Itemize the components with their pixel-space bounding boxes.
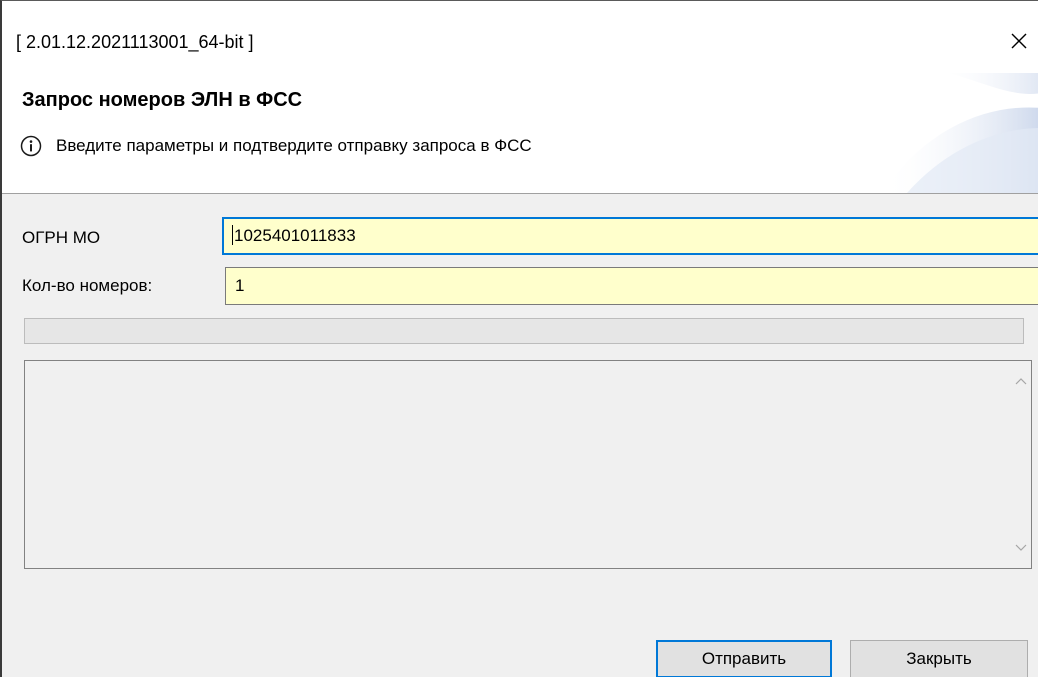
log-textarea[interactable]: [24, 360, 1032, 569]
info-message: Введите параметры и подтвердите отправку…: [20, 135, 532, 157]
chevron-down-icon: [1015, 544, 1027, 551]
ogrn-value: 1025401011833: [234, 226, 356, 245]
scroll-down-button[interactable]: [1013, 540, 1029, 556]
close-icon: [1011, 33, 1027, 49]
close-window-button[interactable]: [998, 21, 1038, 61]
ogrn-label: ОГРН МО: [22, 228, 101, 247]
header-banner: Запрос номеров ЭЛН в ФСС Введите парамет…: [2, 73, 1038, 193]
dialog-window: [ 2.01.12.2021113001_64-bit ] Запрос ном…: [0, 0, 1038, 677]
ogrn-input[interactable]: 1025401011833: [222, 217, 1038, 255]
window-title: [ 2.01.12.2021113001_64-bit ]: [16, 32, 254, 52]
dialog-heading: Запрос номеров ЭЛН в ФСС: [22, 89, 303, 111]
scroll-up-button[interactable]: [1013, 373, 1029, 389]
vertical-scrollbar[interactable]: [1011, 361, 1031, 568]
send-button[interactable]: Отправить: [656, 640, 832, 677]
count-input[interactable]: 1: [225, 267, 1038, 305]
count-value: 1: [235, 276, 245, 295]
chevron-up-icon: [1015, 378, 1027, 385]
info-icon: [20, 135, 42, 157]
progress-bar: [24, 318, 1024, 344]
title-bar[interactable]: [ 2.01.12.2021113001_64-bit ]: [2, 1, 1038, 73]
dialog-body: ОГРН МО 1025401011833 Кол-во номеров: 1: [2, 194, 1038, 677]
text-caret: [232, 225, 233, 245]
close-button[interactable]: Закрыть: [850, 640, 1028, 677]
info-text: Введите параметры и подтвердите отправку…: [56, 136, 532, 155]
count-label: Кол-во номеров:: [22, 276, 153, 295]
